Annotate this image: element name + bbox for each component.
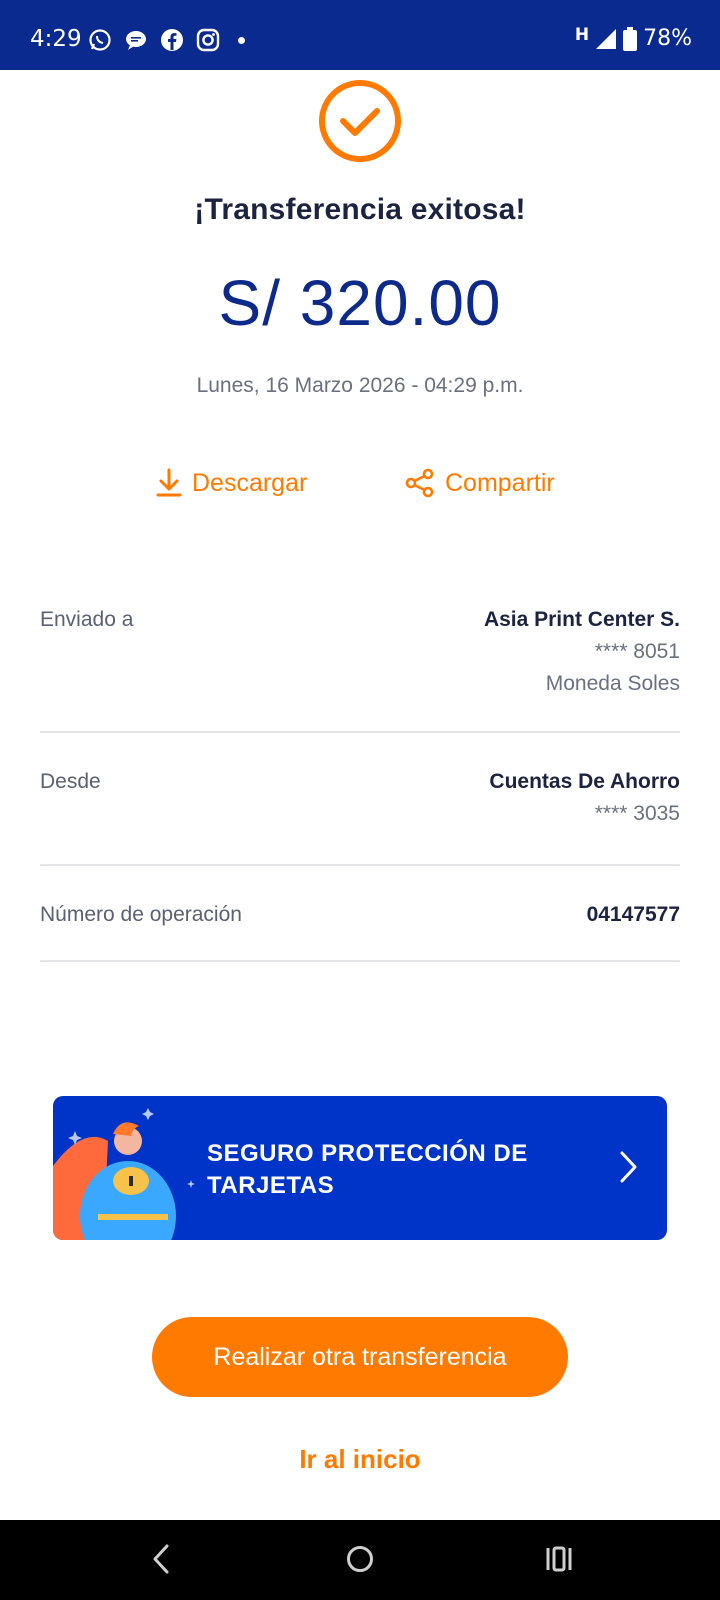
download-button[interactable]: Descargar — [156, 468, 307, 498]
go-home-link[interactable]: Ir al inicio — [0, 1444, 720, 1475]
battery-percent: 78% — [643, 26, 692, 51]
transfer-amount: S/ 320.00 — [218, 267, 502, 339]
signal-icon — [596, 28, 617, 49]
status-time: 4:29 — [30, 26, 82, 52]
transfer-datetime: Lunes, 16 Marzo 2026 - 04:29 p.m. — [196, 374, 524, 397]
banner-text: SEGURO PROTECCIÓN DE TARJETAS — [207, 1138, 567, 1202]
share-label: Compartir — [445, 468, 555, 497]
divider — [40, 960, 680, 962]
share-button[interactable]: Compartir — [405, 468, 555, 498]
from-label: Desde — [40, 770, 101, 793]
sent-to-value: Asia Print Center S. **** 8051 Moneda So… — [484, 608, 680, 696]
divider — [40, 864, 680, 866]
network-type: H — [574, 24, 590, 45]
home-icon[interactable] — [346, 1544, 374, 1574]
recipient-currency: Moneda Soles — [545, 672, 680, 695]
dot-icon — [238, 36, 245, 44]
operation-value: 04147577 — [587, 903, 680, 927]
system-nav-bar — [0, 1520, 720, 1600]
share-icon — [405, 468, 434, 498]
source-account-number: **** 3035 — [594, 802, 680, 825]
banner-line-2: TARJETAS — [207, 1172, 335, 1199]
superhero-illustration — [53, 1108, 195, 1240]
new-transfer-button[interactable]: Realizar otra transferencia — [152, 1317, 568, 1397]
chat-bubble-icon — [126, 31, 146, 50]
whatsapp-icon — [89, 29, 111, 51]
back-icon[interactable] — [150, 1542, 172, 1576]
notification-icons — [88, 28, 245, 52]
operation-label: Número de operación — [40, 903, 242, 926]
battery-icon — [623, 26, 638, 51]
recipient-name: Asia Print Center S. — [483, 608, 680, 631]
system-status: H 78% — [574, 24, 692, 52]
banner-line-1: SEGURO PROTECCIÓN DE — [207, 1140, 528, 1167]
source-account-name: Cuentas De Ahorro — [489, 770, 680, 793]
chevron-right-icon — [620, 1151, 637, 1183]
sent-to-label: Enviado a — [40, 608, 134, 631]
page-title: ¡Transferencia exitosa! — [194, 193, 526, 226]
recent-apps-icon[interactable] — [545, 1546, 573, 1572]
instagram-icon — [196, 28, 220, 52]
download-label: Descargar — [192, 468, 308, 497]
status-bar: 4:29 H 78% — [0, 0, 720, 70]
recipient-account: **** 8051 — [594, 640, 680, 663]
success-check-icon — [319, 80, 401, 162]
card-protection-insurance-banner[interactable]: SEGURO PROTECCIÓN DE TARJETAS — [53, 1096, 667, 1240]
facebook-icon — [161, 29, 183, 51]
from-value: Cuentas De Ahorro **** 3035 — [489, 770, 680, 826]
download-icon — [156, 468, 182, 497]
divider — [40, 731, 680, 733]
operation-number: 04147577 — [586, 903, 680, 926]
